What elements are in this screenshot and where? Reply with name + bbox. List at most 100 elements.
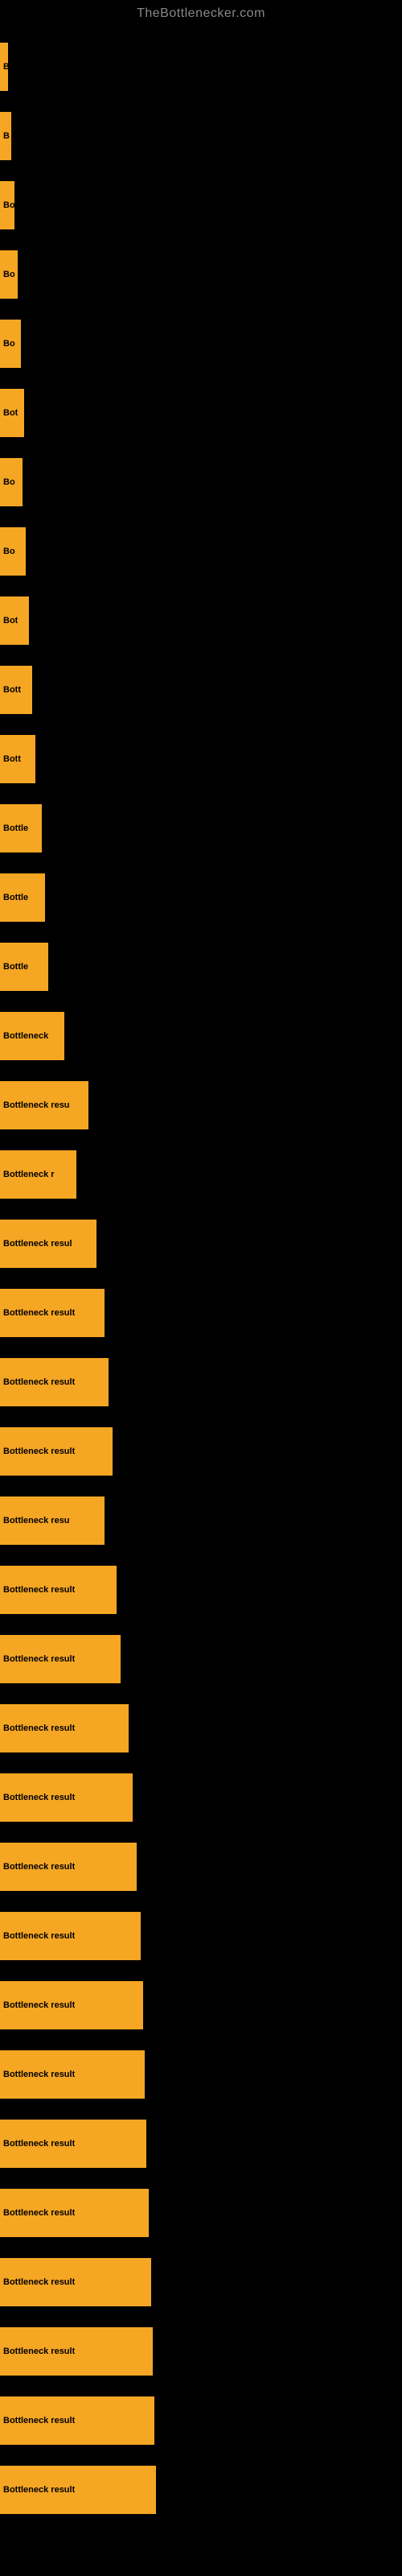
bar-fill: Bottleneck result	[0, 2466, 156, 2514]
bar-label: B	[3, 62, 8, 72]
bar-label: Bott	[3, 754, 21, 764]
bar-fill: Bo	[0, 527, 26, 576]
bar-label: Bottleneck result	[3, 1585, 75, 1595]
bar-fill: Bottleneck result	[0, 1358, 109, 1406]
bar-fill: Bot	[0, 597, 29, 645]
bar-label: Bottleneck result	[3, 1447, 75, 1456]
bar-label: Bottleneck result	[3, 1654, 75, 1664]
bar-row: Bottleneck result	[0, 2178, 402, 2248]
bar-fill: Bottleneck result	[0, 1427, 113, 1476]
bar-fill: Bottleneck result	[0, 1843, 137, 1891]
bar-label: Bottle	[3, 824, 28, 833]
bar-fill: Bo	[0, 458, 23, 506]
bar-label: Bot	[3, 616, 18, 625]
bar-label: Bo	[3, 477, 15, 487]
bar-label: Bo	[3, 339, 15, 349]
bar-fill: Bottleneck result	[0, 2120, 146, 2168]
bar-fill: Bottle	[0, 804, 42, 852]
bar-fill: Bottleneck resul	[0, 1220, 96, 1268]
bar-fill: Bottleneck result	[0, 1704, 129, 1752]
bar-fill: Bottleneck result	[0, 2396, 154, 2445]
bar-fill: Bottleneck r	[0, 1150, 76, 1199]
bar-row: Bottleneck result	[0, 1417, 402, 1486]
bar-label: Bottle	[3, 893, 28, 902]
bar-label: Bottle	[3, 962, 28, 972]
bar-label: Bottleneck result	[3, 2070, 75, 2079]
bar-row: Bo	[0, 517, 402, 586]
bar-label: Bottleneck result	[3, 1377, 75, 1387]
bar-row: Bottleneck result	[0, 1832, 402, 1901]
bar-row: Bottleneck	[0, 1001, 402, 1071]
bar-row: Bo	[0, 309, 402, 378]
bar-fill: Bottleneck result	[0, 2189, 149, 2237]
bar-label: Bottleneck result	[3, 2485, 75, 2495]
bar-row: Bottleneck result	[0, 1901, 402, 1971]
bar-label: Bottleneck	[3, 1031, 48, 1041]
bar-fill: Bottleneck result	[0, 1773, 133, 1822]
bar-label: B	[3, 131, 10, 141]
bar-row: Bottle	[0, 794, 402, 863]
bar-label: Bottleneck result	[3, 1724, 75, 1733]
bar-row: Bot	[0, 586, 402, 655]
bar-row: Bottleneck r	[0, 1140, 402, 1209]
bar-fill: Bo	[0, 320, 21, 368]
bar-fill: Bottleneck resu	[0, 1496, 105, 1545]
bar-row: Bottleneck resu	[0, 1486, 402, 1555]
bar-row: B	[0, 101, 402, 171]
bar-label: Bottleneck result	[3, 2347, 75, 2356]
bar-fill: Bottleneck result	[0, 1912, 141, 1960]
bar-row: Bottleneck result	[0, 1624, 402, 1694]
bar-row: Bottleneck result	[0, 2455, 402, 2524]
bars-container: B B Bo Bo Bo Bot Bo Bo Bot Bott Bott Bottle Bottle Bo…	[0, 24, 402, 2524]
bar-row: Bott	[0, 724, 402, 794]
bar-label: Bo	[3, 547, 15, 556]
bar-fill: Bo	[0, 250, 18, 299]
bar-row: Bottleneck result	[0, 2109, 402, 2178]
bar-fill: Bottle	[0, 873, 45, 922]
bar-fill: Bott	[0, 666, 32, 714]
bar-fill: Bottleneck result	[0, 1635, 121, 1683]
bar-fill: Bottleneck	[0, 1012, 64, 1060]
bar-row: Bot	[0, 378, 402, 448]
bar-row: Bottleneck result	[0, 1971, 402, 2040]
bar-fill: Bottleneck resu	[0, 1081, 88, 1129]
bar-label: Bot	[3, 408, 18, 418]
bar-label: Bott	[3, 685, 21, 695]
bar-label: Bo	[3, 200, 14, 210]
bar-row: Bottleneck result	[0, 1348, 402, 1417]
bar-fill: Bottleneck result	[0, 2050, 145, 2099]
bar-fill: Bott	[0, 735, 35, 783]
bar-row: Bottle	[0, 932, 402, 1001]
bar-row: Bottleneck result	[0, 2386, 402, 2455]
bar-label: Bottleneck resul	[3, 1239, 72, 1249]
bar-row: Bottleneck result	[0, 2040, 402, 2109]
bar-label: Bottleneck result	[3, 1308, 75, 1318]
bar-row: Bo	[0, 171, 402, 240]
bar-fill: Bottle	[0, 943, 48, 991]
bar-label: Bottleneck result	[3, 2416, 75, 2425]
bar-row: B	[0, 32, 402, 101]
bar-fill: Bottleneck result	[0, 2258, 151, 2306]
bar-fill: B	[0, 112, 11, 160]
bar-label: Bottleneck result	[3, 2139, 75, 2149]
bar-row: Bottleneck result	[0, 2248, 402, 2317]
bar-label: Bottleneck result	[3, 1862, 75, 1872]
bar-row: Bottleneck result	[0, 1555, 402, 1624]
bar-label: Bottleneck result	[3, 1931, 75, 1941]
bar-row: Bottle	[0, 863, 402, 932]
bar-fill: Bottleneck result	[0, 1981, 143, 2029]
bar-label: Bottleneck result	[3, 1793, 75, 1802]
bar-fill: Bottleneck result	[0, 1566, 117, 1614]
bar-label: Bottleneck r	[3, 1170, 55, 1179]
bar-label: Bottleneck result	[3, 2208, 75, 2218]
bar-row: Bo	[0, 240, 402, 309]
bar-fill: Bottleneck result	[0, 1289, 105, 1337]
bar-label: Bo	[3, 270, 15, 279]
bar-row: Bottleneck result	[0, 1763, 402, 1832]
bar-fill: Bot	[0, 389, 24, 437]
bar-fill: Bottleneck result	[0, 2327, 153, 2376]
bar-row: Bottleneck result	[0, 2317, 402, 2386]
bar-row: Bo	[0, 448, 402, 517]
bar-label: Bottleneck resu	[3, 1516, 70, 1525]
bar-fill: B	[0, 43, 8, 91]
